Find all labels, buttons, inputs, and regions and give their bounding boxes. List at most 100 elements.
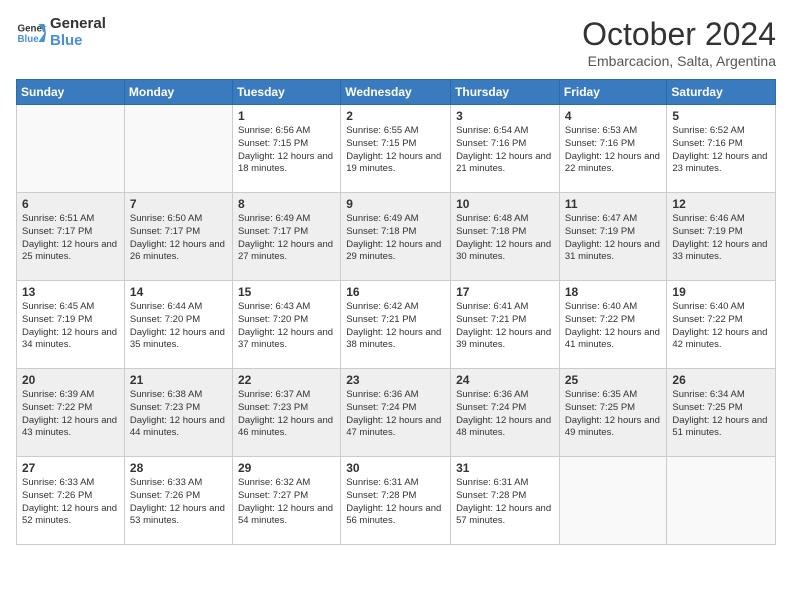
day-of-week-header: Friday xyxy=(559,80,667,105)
calendar-cell: 14 Sunrise: 6:44 AM Sunset: 7:20 PM Dayli… xyxy=(124,281,232,369)
calendar-cell: 5 Sunrise: 6:52 AM Sunset: 7:16 PM Daylig… xyxy=(667,105,776,193)
day-number: 25 xyxy=(565,373,662,387)
calendar-cell xyxy=(667,457,776,545)
day-number: 15 xyxy=(238,285,335,299)
day-number: 10 xyxy=(456,197,554,211)
calendar-cell: 9 Sunrise: 6:49 AM Sunset: 7:18 PM Daylig… xyxy=(341,193,451,281)
day-number: 13 xyxy=(22,285,119,299)
day-of-week-header: Monday xyxy=(124,80,232,105)
day-info: Sunrise: 6:34 AM Sunset: 7:25 PM Dayligh… xyxy=(672,389,770,440)
day-number: 27 xyxy=(22,461,119,475)
day-number: 2 xyxy=(346,109,445,123)
day-info: Sunrise: 6:42 AM Sunset: 7:21 PM Dayligh… xyxy=(346,301,445,352)
calendar-cell: 11 Sunrise: 6:47 AM Sunset: 7:19 PM Dayli… xyxy=(559,193,667,281)
day-number: 22 xyxy=(238,373,335,387)
day-number: 7 xyxy=(130,197,227,211)
calendar-cell: 23Sunrise: 6:36 AM Sunset: 7:24 PM Dayli… xyxy=(341,369,451,457)
day-info: Sunrise: 6:32 AM Sunset: 7:27 PM Dayligh… xyxy=(238,477,335,528)
calendar-header-row: SundayMondayTuesdayWednesdayThursdayFrid… xyxy=(17,80,776,105)
day-info: Sunrise: 6:36 AM Sunset: 7:24 PM Dayligh… xyxy=(456,389,554,440)
calendar-body: 1 Sunrise: 6:56 AM Sunset: 7:15 PM Daylig… xyxy=(17,105,776,545)
day-info: Sunrise: 6:33 AM Sunset: 7:26 PM Dayligh… xyxy=(22,477,119,528)
day-info: Sunrise: 6:51 AM Sunset: 7:17 PM Dayligh… xyxy=(22,213,119,264)
day-info: Sunrise: 6:40 AM Sunset: 7:22 PM Dayligh… xyxy=(672,301,770,352)
calendar-cell: 6 Sunrise: 6:51 AM Sunset: 7:17 PM Daylig… xyxy=(17,193,125,281)
day-info: Sunrise: 6:55 AM Sunset: 7:15 PM Dayligh… xyxy=(346,125,445,176)
day-number: 24 xyxy=(456,373,554,387)
calendar-cell: 27 Sunrise: 6:33 AM Sunset: 7:26 PM Dayli… xyxy=(17,457,125,545)
calendar-cell: 24 Sunrise: 6:36 AM Sunset: 7:24 PM Dayli… xyxy=(451,369,560,457)
day-number: 16 xyxy=(346,285,445,299)
day-number: 17 xyxy=(456,285,554,299)
calendar-cell: 13 Sunrise: 6:45 AM Sunset: 7:19 PM Dayli… xyxy=(17,281,125,369)
month-year-title: October 2024 xyxy=(582,16,776,53)
day-number: 21 xyxy=(130,373,227,387)
calendar-cell xyxy=(124,105,232,193)
logo-line2: Blue xyxy=(50,33,106,50)
day-number: 14 xyxy=(130,285,227,299)
day-of-week-header: Saturday xyxy=(667,80,776,105)
day-info: Sunrise: 6:40 AM Sunset: 7:22 PM Dayligh… xyxy=(565,301,662,352)
day-info: Sunrise: 6:43 AM Sunset: 7:20 PM Dayligh… xyxy=(238,301,335,352)
day-number: 6 xyxy=(22,197,119,211)
day-info: Sunrise: 6:46 AM Sunset: 7:19 PM Dayligh… xyxy=(672,213,770,264)
calendar-week-row: 27 Sunrise: 6:33 AM Sunset: 7:26 PM Dayli… xyxy=(17,457,776,545)
day-number: 28 xyxy=(130,461,227,475)
calendar-cell: 29 Sunrise: 6:32 AM Sunset: 7:27 PM Dayli… xyxy=(232,457,340,545)
day-info: Sunrise: 6:50 AM Sunset: 7:17 PM Dayligh… xyxy=(130,213,227,264)
logo-icon: General Blue xyxy=(16,18,46,48)
calendar-table: SundayMondayTuesdayWednesdayThursdayFrid… xyxy=(16,79,776,545)
calendar-cell: 16 Sunrise: 6:42 AM Sunset: 7:21 PM Dayli… xyxy=(341,281,451,369)
day-info: Sunrise: 6:31 AM Sunset: 7:28 PM Dayligh… xyxy=(346,477,445,528)
day-of-week-header: Tuesday xyxy=(232,80,340,105)
day-info: Sunrise: 6:52 AM Sunset: 7:16 PM Dayligh… xyxy=(672,125,770,176)
day-number: 5 xyxy=(672,109,770,123)
day-of-week-header: Thursday xyxy=(451,80,560,105)
day-number: 4 xyxy=(565,109,662,123)
calendar-cell: 18 Sunrise: 6:40 AM Sunset: 7:22 PM Dayli… xyxy=(559,281,667,369)
day-number: 12 xyxy=(672,197,770,211)
calendar-cell: 1 Sunrise: 6:56 AM Sunset: 7:15 PM Daylig… xyxy=(232,105,340,193)
day-number: 23 xyxy=(346,373,445,387)
calendar-cell xyxy=(559,457,667,545)
day-info: Sunrise: 6:31 AM Sunset: 7:28 PM Dayligh… xyxy=(456,477,554,528)
day-info: Sunrise: 6:49 AM Sunset: 7:17 PM Dayligh… xyxy=(238,213,335,264)
calendar-cell: 28Sunrise: 6:33 AM Sunset: 7:26 PM Dayli… xyxy=(124,457,232,545)
calendar-cell: 7 Sunrise: 6:50 AM Sunset: 7:17 PM Daylig… xyxy=(124,193,232,281)
day-number: 20 xyxy=(22,373,119,387)
svg-text:Blue: Blue xyxy=(18,34,40,45)
calendar-cell: 3Sunrise: 6:54 AM Sunset: 7:16 PM Daylig… xyxy=(451,105,560,193)
day-of-week-header: Wednesday xyxy=(341,80,451,105)
day-number: 3 xyxy=(456,109,554,123)
day-info: Sunrise: 6:38 AM Sunset: 7:23 PM Dayligh… xyxy=(130,389,227,440)
calendar-cell: 10Sunrise: 6:48 AM Sunset: 7:18 PM Dayli… xyxy=(451,193,560,281)
day-info: Sunrise: 6:53 AM Sunset: 7:16 PM Dayligh… xyxy=(565,125,662,176)
day-number: 8 xyxy=(238,197,335,211)
day-info: Sunrise: 6:39 AM Sunset: 7:22 PM Dayligh… xyxy=(22,389,119,440)
day-number: 11 xyxy=(565,197,662,211)
calendar-cell: 31 Sunrise: 6:31 AM Sunset: 7:28 PM Dayli… xyxy=(451,457,560,545)
calendar-week-row: 1 Sunrise: 6:56 AM Sunset: 7:15 PM Daylig… xyxy=(17,105,776,193)
location-subtitle: Embarcacion, Salta, Argentina xyxy=(582,53,776,69)
calendar-week-row: 6 Sunrise: 6:51 AM Sunset: 7:17 PM Daylig… xyxy=(17,193,776,281)
calendar-cell: 20 Sunrise: 6:39 AM Sunset: 7:22 PM Dayli… xyxy=(17,369,125,457)
day-number: 9 xyxy=(346,197,445,211)
calendar-cell: 21 Sunrise: 6:38 AM Sunset: 7:23 PM Dayli… xyxy=(124,369,232,457)
day-info: Sunrise: 6:47 AM Sunset: 7:19 PM Dayligh… xyxy=(565,213,662,264)
logo-line1: General xyxy=(50,16,106,33)
day-info: Sunrise: 6:45 AM Sunset: 7:19 PM Dayligh… xyxy=(22,301,119,352)
title-block: October 2024 Embarcacion, Salta, Argenti… xyxy=(582,16,776,69)
calendar-week-row: 20 Sunrise: 6:39 AM Sunset: 7:22 PM Dayli… xyxy=(17,369,776,457)
day-number: 29 xyxy=(238,461,335,475)
day-info: Sunrise: 6:49 AM Sunset: 7:18 PM Dayligh… xyxy=(346,213,445,264)
calendar-cell: 25Sunrise: 6:35 AM Sunset: 7:25 PM Dayli… xyxy=(559,369,667,457)
day-info: Sunrise: 6:44 AM Sunset: 7:20 PM Dayligh… xyxy=(130,301,227,352)
day-info: Sunrise: 6:56 AM Sunset: 7:15 PM Dayligh… xyxy=(238,125,335,176)
calendar-cell: 22Sunrise: 6:37 AM Sunset: 7:23 PM Dayli… xyxy=(232,369,340,457)
day-number: 31 xyxy=(456,461,554,475)
calendar-cell: 8 Sunrise: 6:49 AM Sunset: 7:17 PM Daylig… xyxy=(232,193,340,281)
calendar-cell: 12 Sunrise: 6:46 AM Sunset: 7:19 PM Dayli… xyxy=(667,193,776,281)
day-info: Sunrise: 6:41 AM Sunset: 7:21 PM Dayligh… xyxy=(456,301,554,352)
day-number: 18 xyxy=(565,285,662,299)
day-number: 1 xyxy=(238,109,335,123)
